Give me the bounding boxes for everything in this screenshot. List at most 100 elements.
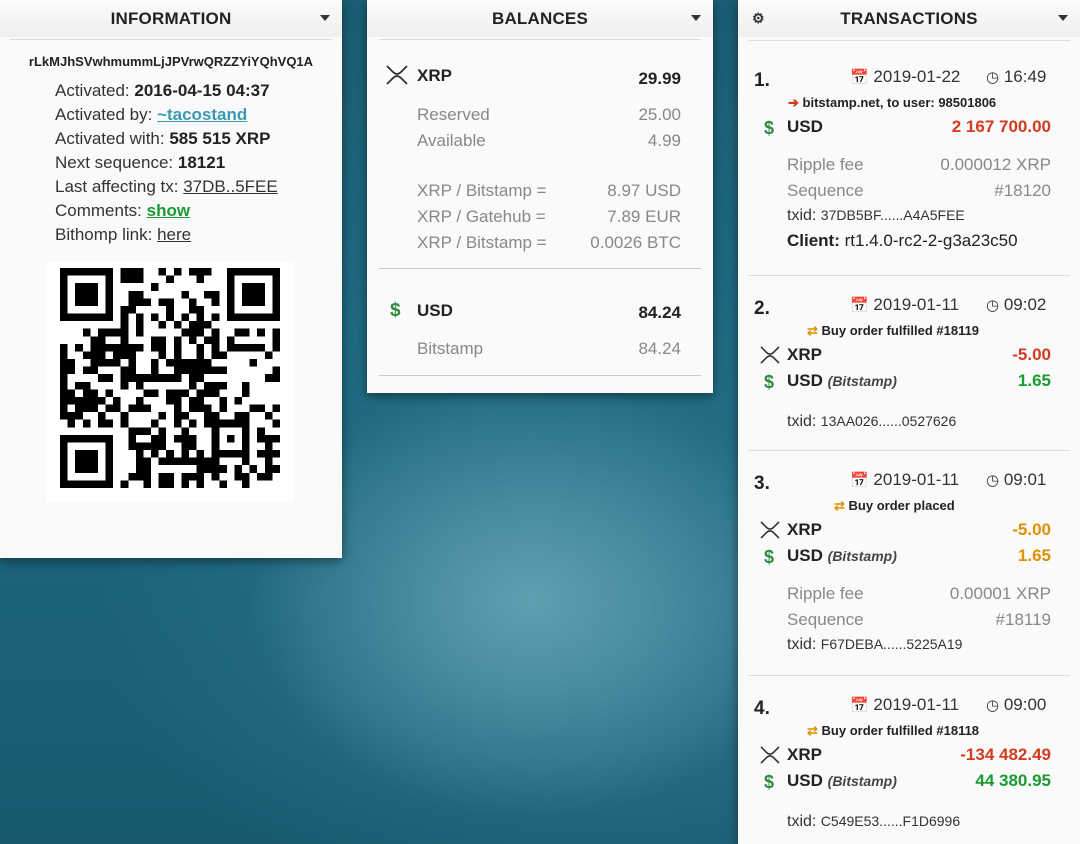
transactions-header[interactable]: ⚙ TRANSACTIONS [738, 0, 1080, 37]
gear-icon[interactable]: ⚙ [752, 10, 765, 27]
info-label: Activated by: [55, 105, 153, 124]
txid-label: txid: [787, 207, 817, 224]
info-activated: Activated: 2016-04-15 04:37 [55, 79, 342, 103]
tx-amount: 1.65 [1017, 371, 1051, 390]
comments-show-link[interactable]: show [147, 201, 190, 220]
clock-icon: ◷ [986, 472, 1000, 489]
balances-panel: BALANCES XRP 29.99 Reserved 25.00 Availa… [367, 0, 713, 393]
dollar-icon: $ [763, 547, 774, 567]
tx-number: 4. [754, 698, 770, 719]
dollar-icon: $ [390, 300, 401, 321]
fee-value: 0.000012 XRP [940, 155, 1051, 174]
info-value: 585 515 XRP [169, 129, 271, 148]
info-last-tx: Last affecting tx: 37DB..5FEE [55, 175, 342, 199]
tx-currency-code: XRP [787, 345, 822, 364]
chevron-down-icon[interactable] [691, 15, 701, 21]
tx-amount-row: XRP -5.00 [760, 520, 1051, 542]
info-value: 18121 [177, 153, 226, 172]
dollar-icon: $ [763, 118, 774, 138]
tx-currency: USD (Bitstamp) [787, 771, 897, 790]
tx-event: ➔ bitstamp.net, to user: 98501806 [788, 95, 996, 111]
calendar-icon: 📅 [850, 697, 869, 714]
usd-issuer: Bitstamp [417, 339, 484, 358]
tx-currency: XRP [787, 520, 822, 540]
tx-date: 📅 2019-01-11 [850, 695, 959, 715]
tx-time: ◷ 09:02 [986, 295, 1046, 315]
txid-link[interactable]: F67DEBA......5225A19 [821, 636, 963, 652]
arrow-right-icon: ➔ [788, 95, 799, 110]
txid-link[interactable]: 37DB5BF......A4A5FEE [821, 207, 965, 223]
calendar-icon: 📅 [850, 297, 869, 314]
reserved-label: Reserved [417, 105, 490, 124]
divider [748, 675, 1070, 676]
chevron-down-icon[interactable] [1058, 15, 1068, 21]
tx-time: ◷ 16:49 [986, 67, 1046, 87]
chevron-down-icon[interactable] [320, 15, 330, 21]
fee-value: 0.00001 XRP [949, 584, 1051, 603]
txid-label: txid: [787, 413, 817, 430]
tx-event: ⇄ Buy order fulfilled #18119 [807, 323, 979, 339]
divider [748, 275, 1070, 276]
info-next-sequence: Next sequence: 18121 [55, 151, 342, 175]
divider [10, 39, 332, 40]
rate-value: 0.0026 BTC [590, 233, 681, 252]
transactions-title: TRANSACTIONS [840, 8, 978, 28]
calendar-icon: 📅 [850, 472, 869, 489]
clock-icon: ◷ [986, 297, 1000, 314]
tx-amount-row: $ USD (Bitstamp) 1.65 [760, 546, 1051, 568]
tx-time: ◷ 09:01 [986, 470, 1046, 490]
tx-currency-code: XRP [787, 745, 822, 764]
tx-date: 📅 2019-01-11 [850, 470, 959, 490]
clock-icon: ◷ [986, 69, 1000, 86]
tx-currency: XRP [787, 345, 822, 365]
tx-date-text: 2019-01-11 [873, 295, 960, 314]
bithomp-link[interactable]: here [157, 225, 191, 244]
tx-amount: -5.00 [1012, 520, 1051, 539]
usd-issuer-amount: 84.24 [638, 339, 681, 358]
sequence-value: #18120 [994, 181, 1051, 200]
tx-issuer: Bitstamp [832, 773, 893, 789]
client-value: rt1.4.0-rc2-2-g3a23c50 [844, 231, 1018, 250]
tx-amount-row: $ USD (Bitstamp) 1.65 [760, 371, 1051, 393]
txid-link[interactable]: C549E53......F1D6996 [821, 813, 960, 829]
xrp-amount: 29.99 [638, 69, 681, 88]
balances-header[interactable]: BALANCES [367, 0, 713, 37]
tx-currency-code: XRP [787, 520, 822, 539]
last-tx-link[interactable]: 37DB..5FEE [183, 177, 278, 196]
fee-label: Ripple fee [787, 155, 864, 174]
tx-event-text: bitstamp.net, to user: 98501806 [802, 95, 997, 110]
dollar-icon: $ [763, 772, 774, 792]
account-address: rLkMJhSVwhmummLjJPVrwQRZZYiYQhVQ1A [28, 54, 314, 69]
info-label: Activated: [55, 81, 130, 100]
exchange-arrows-icon: ⇄ [807, 323, 818, 338]
tx-event: ⇄ Buy order placed [834, 498, 955, 514]
reserved-value: 25.00 [638, 105, 681, 124]
rate-label: XRP / Gatehub = [417, 207, 546, 226]
divider [748, 40, 1070, 41]
sequence-value: #18119 [995, 610, 1051, 629]
tx-amount: 44 380.95 [975, 771, 1051, 790]
info-label: Last affecting tx: [55, 177, 179, 196]
divider [748, 450, 1070, 451]
activated-by-link[interactable]: ~tacostand [157, 105, 247, 124]
tx-event-text: Buy order placed [848, 498, 955, 513]
information-panel: INFORMATION rLkMJhSVwhmummLjJPVrwQRZZYiY… [0, 0, 342, 558]
tx-date: 📅 2019-01-22 [850, 67, 960, 87]
balances-title: BALANCES [491, 8, 589, 28]
tx-amount: 2 167 700.00 [951, 117, 1051, 136]
tx-currency-code: USD [787, 371, 823, 390]
tx-event-text: Buy order fulfilled #18119 [821, 323, 980, 338]
rate-value: 8.97 USD [607, 181, 681, 200]
exchange-arrows-icon: ⇄ [807, 723, 818, 738]
tx-currency: USD (Bitstamp) [787, 371, 897, 390]
information-header[interactable]: INFORMATION [0, 0, 342, 37]
info-label: Activated with: [55, 129, 165, 148]
tx-currency: USD (Bitstamp) [787, 546, 897, 565]
tx-time-text: 09:02 [1003, 295, 1047, 314]
info-activated-with: Activated with: 585 515 XRP [55, 127, 342, 151]
tx-amount-row: $ USD (Bitstamp) 44 380.95 [760, 771, 1051, 793]
txid-link[interactable]: 13AA026......0527626 [821, 413, 956, 429]
sequence-label: Sequence [787, 181, 864, 200]
tx-id: txid: 13AA026......0527626 [787, 413, 956, 431]
usd-currency: USD [417, 301, 453, 320]
